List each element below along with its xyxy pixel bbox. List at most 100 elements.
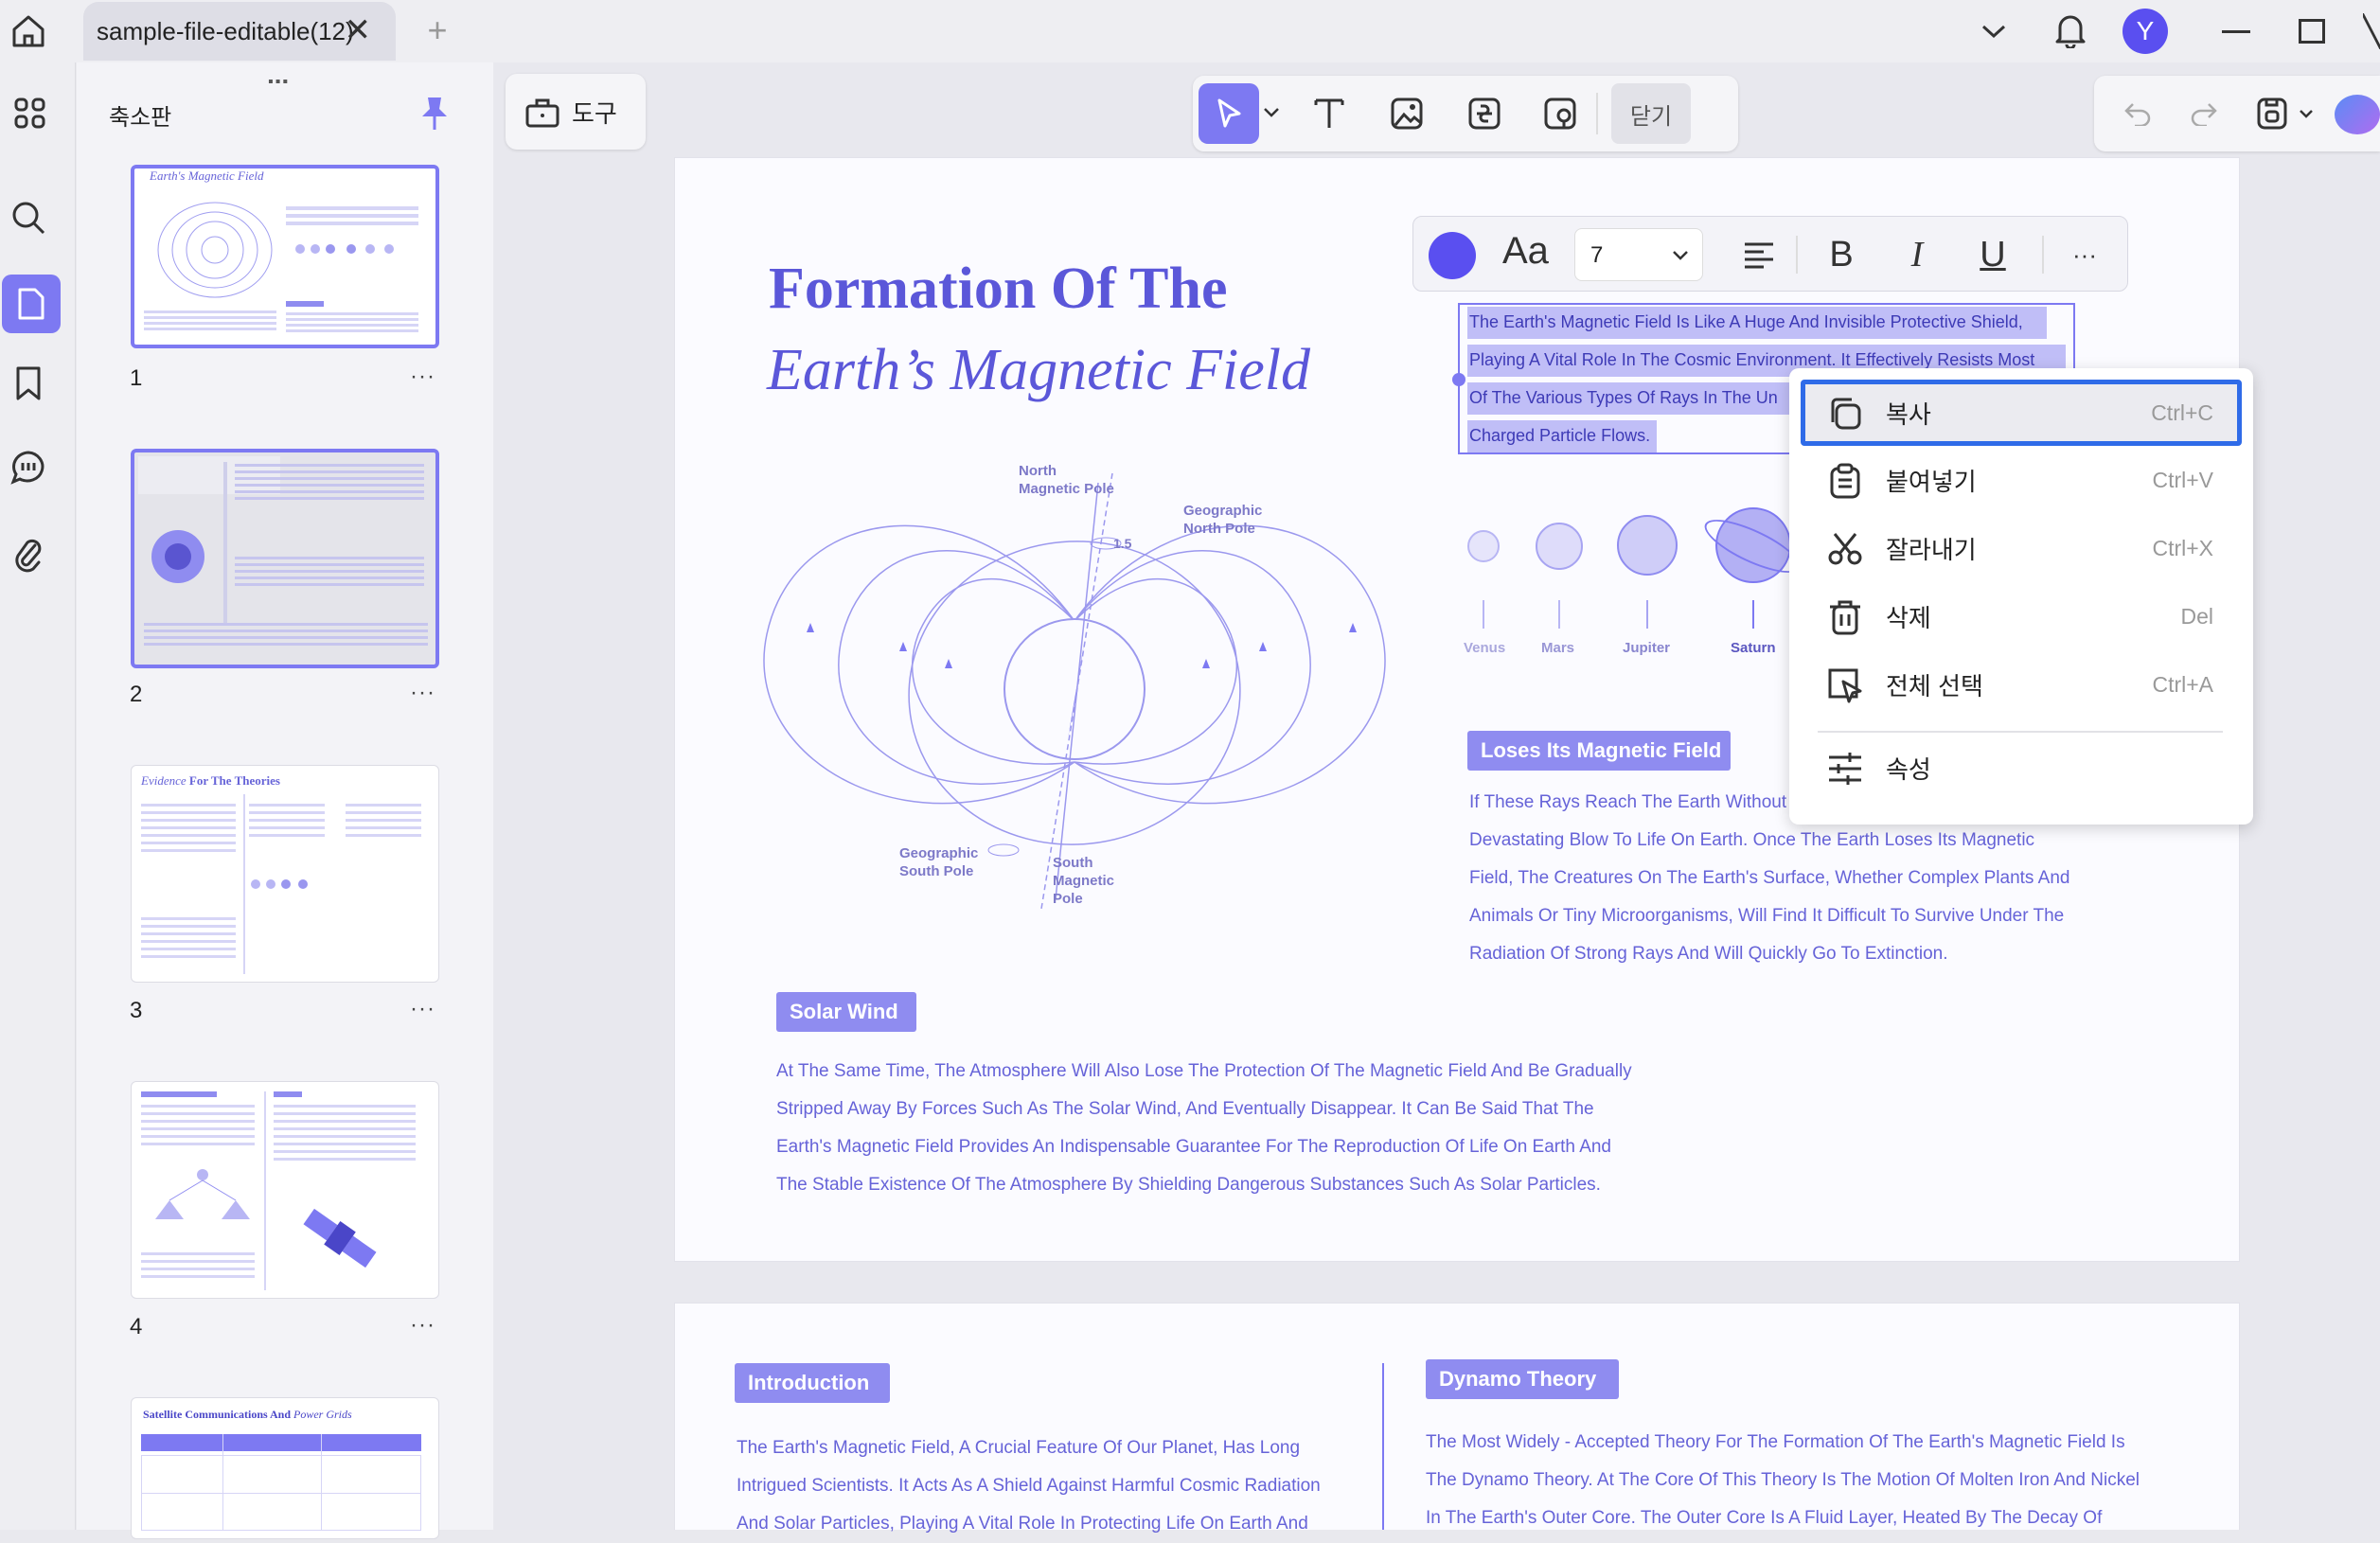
- font-family-button[interactable]: Aa: [1502, 230, 1549, 273]
- solar-text-line-4: The Stable Existence Of The Atmosphere B…: [776, 1175, 1601, 1195]
- add-location-icon[interactable]: [1541, 95, 1579, 133]
- menu-label-copy: 복사: [1886, 399, 1931, 429]
- selected-text-line-1: The Earth's Magnetic Field Is Like A Hug…: [1469, 312, 2023, 331]
- redo-icon[interactable]: [2187, 97, 2221, 131]
- page-thumbnail-1[interactable]: Earth's Magnetic Field: [131, 165, 439, 348]
- selection-handle[interactable]: [1452, 373, 1465, 386]
- intro-text-line-2: Intrigued Scientists. It Acts As A Shiel…: [737, 1476, 1321, 1496]
- pin-icon[interactable]: [417, 95, 452, 133]
- menu-item-paste[interactable]: 붙여넣기 Ctrl+V: [1801, 447, 2242, 513]
- align-left-icon[interactable]: [1741, 238, 1777, 274]
- thumbnails-panel-icon[interactable]: [2, 275, 61, 333]
- solar-text-line-1: At The Same Time, The Atmosphere Will Al…: [776, 1061, 1632, 1081]
- loses-text-line-1: If These Rays Reach The Earth Without C: [1469, 792, 1805, 812]
- page-number-1: 1: [130, 365, 143, 391]
- planet-label-jupiter: Jupiter: [1623, 640, 1671, 656]
- menu-shortcut-select-all: Ctrl+A: [2152, 671, 2213, 697]
- add-link-icon[interactable]: [1465, 95, 1503, 133]
- maximize-icon[interactable]: [2293, 13, 2331, 49]
- home-icon[interactable]: [9, 13, 47, 49]
- menu-item-delete[interactable]: 삭제 Del: [1801, 583, 2242, 649]
- bookmark-icon[interactable]: [11, 364, 45, 403]
- add-image-icon[interactable]: [1388, 95, 1426, 133]
- page-thumbnail-2[interactable]: [131, 449, 439, 668]
- planet-jupiter: [1617, 515, 1678, 576]
- menu-label-delete: 삭제: [1886, 603, 1931, 632]
- loses-text-line-5: Radiation Of Strong Rays And Will Quickl…: [1469, 944, 1948, 964]
- chevron-down-icon[interactable]: [1979, 17, 2009, 45]
- page-3-more-icon[interactable]: ···: [410, 996, 435, 1022]
- planet-label-saturn: Saturn: [1731, 640, 1776, 656]
- select-mode-dropdown-icon[interactable]: [1261, 102, 1282, 123]
- menu-item-copy[interactable]: 복사 Ctrl+C: [1801, 380, 2242, 446]
- underline-icon[interactable]: U: [1974, 234, 2012, 275]
- menu-item-properties[interactable]: 속성: [1801, 735, 2242, 801]
- menu-label-properties: 속성: [1886, 754, 1931, 784]
- close-window-icon[interactable]: ╲: [2363, 13, 2380, 49]
- tools-button[interactable]: 도구: [506, 74, 646, 150]
- menu-item-cut[interactable]: 잘라내기 Ctrl+X: [1801, 515, 2242, 581]
- page-thumbnail-4[interactable]: [131, 1081, 439, 1299]
- edit-toolbar: 닫기: [1193, 76, 1738, 151]
- title-bar: sample-file-editable(12) ✕ + Y ╲: [0, 0, 2380, 62]
- attachment-icon[interactable]: [11, 534, 45, 576]
- close-tab-icon[interactable]: ✕: [345, 14, 372, 46]
- bell-icon[interactable]: [2052, 11, 2088, 49]
- solar-text-line-2: Stripped Away By Forces Such As The Sola…: [776, 1099, 1594, 1119]
- menu-item-select-all[interactable]: 전체 선택 Ctrl+A: [1801, 651, 2242, 718]
- search-icon[interactable]: [9, 199, 47, 237]
- diagram-label-geographic-south-pole: Geographic South Pole: [899, 845, 979, 879]
- left-rail: [0, 62, 76, 1530]
- menu-shortcut-copy: Ctrl+C: [2151, 399, 2213, 425]
- comment-icon[interactable]: [9, 449, 47, 487]
- page-number-2: 2: [130, 682, 143, 707]
- panel-title: 축소판: [109, 105, 172, 131]
- tab-title: sample-file-editable(12): [97, 16, 354, 45]
- scissors-icon: [1828, 533, 1862, 565]
- page-thumbnail-3[interactable]: Evidence For The Theories: [131, 765, 439, 983]
- font-size-select[interactable]: 7: [1574, 228, 1703, 281]
- loses-text-line-3: Field, The Creatures On The Earth's Surf…: [1469, 868, 2070, 888]
- context-menu: 복사 Ctrl+C 붙여넣기 Ctrl+V 잘라내기 Ctrl+X 삭제 Del…: [1789, 368, 2253, 825]
- document-tab[interactable]: sample-file-editable(12) ✕: [83, 2, 396, 61]
- more-options-icon[interactable]: ···: [2063, 234, 2106, 275]
- select-tool-button[interactable]: [1199, 83, 1259, 144]
- chevron-down-icon: [1673, 251, 1688, 260]
- save-icon[interactable]: [2253, 95, 2291, 133]
- loses-text-line-2: Devastating Blow To Life On Earth. Once …: [1469, 830, 2035, 850]
- paste-icon: [1830, 463, 1860, 499]
- selected-text-line-3: Of The Various Types Of Rays In The Un: [1469, 388, 1778, 407]
- page-1-more-icon[interactable]: ···: [410, 364, 435, 390]
- history-toolbar: [2094, 76, 2380, 151]
- solar-text-line-3: Earth's Magnetic Field Provides An Indis…: [776, 1137, 1611, 1157]
- page-4-more-icon[interactable]: ···: [410, 1312, 435, 1339]
- bold-icon[interactable]: B: [1822, 234, 1860, 275]
- magnetic-field-diagram: [763, 472, 1386, 910]
- page-2-more-icon[interactable]: ···: [410, 680, 435, 706]
- close-edit-button[interactable]: 닫기: [1611, 83, 1691, 144]
- undo-icon[interactable]: [2121, 97, 2155, 131]
- save-options-chevron-icon[interactable]: [2297, 104, 2316, 123]
- intro-text-line-1: The Earth's Magnetic Field, A Crucial Fe…: [737, 1438, 1301, 1458]
- apps-grid-icon[interactable]: [11, 95, 49, 133]
- italic-icon[interactable]: I: [1898, 234, 1936, 275]
- new-tab-icon[interactable]: +: [420, 10, 454, 49]
- text-color-swatch[interactable]: [1429, 232, 1476, 279]
- pointer-icon: [1217, 98, 1241, 128]
- tools-label: 도구: [572, 98, 617, 128]
- font-size-value: 7: [1590, 242, 1604, 268]
- minimize-icon[interactable]: [2217, 13, 2255, 49]
- planet-label-mars: Mars: [1541, 640, 1575, 656]
- introduction-label: Introduction: [735, 1363, 890, 1403]
- ai-assistant-icon[interactable]: [2335, 95, 2380, 134]
- avatar[interactable]: Y: [2122, 9, 2168, 54]
- diagram-label-north-magnetic-pole: North Magnetic Pole: [1019, 463, 1114, 497]
- text-format-toolbar: Aa 7 B I U ···: [1412, 216, 2128, 292]
- page-thumbnail-5[interactable]: Satellite Communications And Power Grids: [131, 1397, 439, 1539]
- page-heading-line1: Formation Of The: [769, 257, 1228, 321]
- solar-wind-label: Solar Wind: [776, 992, 916, 1032]
- panel-resize-handle[interactable]: ▪▪▪: [268, 74, 290, 91]
- planet-mars: [1536, 523, 1583, 570]
- add-text-icon[interactable]: [1310, 95, 1348, 133]
- thumbnail-panel: ▪▪▪ 축소판 Earth's Magnetic Field 1 ··· 2 ·…: [77, 62, 493, 1539]
